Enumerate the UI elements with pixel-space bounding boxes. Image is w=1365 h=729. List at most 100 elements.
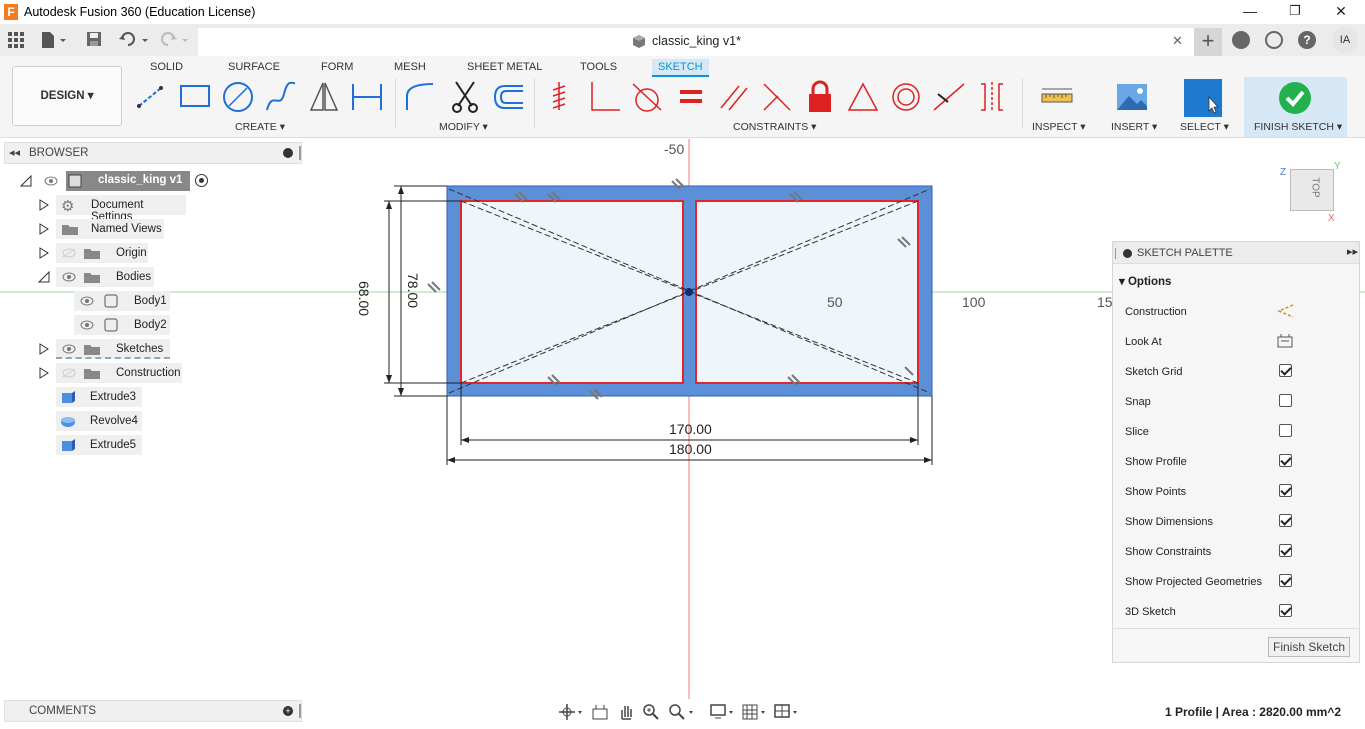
browser-item-bodies[interactable]: Bodies xyxy=(38,267,188,287)
create-menu[interactable]: CREATE ▾ xyxy=(235,121,285,133)
browser-item-origin[interactable]: Origin xyxy=(38,243,188,263)
new-tab-button[interactable]: + xyxy=(1194,28,1222,56)
mirror-icon[interactable] xyxy=(307,80,341,114)
show-dimensions-checkbox[interactable] xyxy=(1279,514,1292,527)
collapse-browser-icon[interactable]: ◂◂ xyxy=(9,146,20,159)
construction-icon[interactable] xyxy=(1277,304,1295,318)
restore-button[interactable]: ❐ xyxy=(1272,1,1318,23)
browser-item-body1[interactable]: Body1 xyxy=(74,291,174,311)
line-icon[interactable] xyxy=(135,80,169,114)
tab-sheet-metal[interactable]: SHEET METAL xyxy=(461,59,548,77)
measure-icon[interactable] xyxy=(1040,80,1074,114)
modify-menu[interactable]: MODIFY ▾ xyxy=(439,121,488,133)
browser-item-construction[interactable]: Construction xyxy=(38,363,188,383)
options-section-toggle[interactable]: ▾ Options xyxy=(1119,274,1171,288)
insert-menu[interactable]: INSERT ▾ xyxy=(1111,121,1157,133)
show-points-checkbox[interactable] xyxy=(1279,484,1292,497)
constraints-menu[interactable]: CONSTRAINTS ▾ xyxy=(733,121,816,133)
spline-icon[interactable] xyxy=(264,80,298,114)
show-constraints-checkbox[interactable] xyxy=(1279,544,1292,557)
panel-grip-icon[interactable] xyxy=(299,704,301,718)
grid-settings-icon[interactable] xyxy=(742,703,770,721)
rectangle-icon[interactable] xyxy=(178,80,212,114)
browser-root-node[interactable]: classic_king v1 xyxy=(20,171,220,191)
save-icon[interactable] xyxy=(86,31,102,47)
snap-checkbox[interactable] xyxy=(1279,394,1292,407)
dimension-inner-width[interactable]: 170.00 xyxy=(669,421,712,437)
close-window-button[interactable]: ✕ xyxy=(1318,1,1364,23)
finish-sketch-area[interactable]: FINISH SKETCH ▾ xyxy=(1244,77,1347,137)
browser-options-icon[interactable] xyxy=(283,148,293,158)
activate-radio[interactable] xyxy=(195,174,208,187)
browser-item-body2[interactable]: Body2 xyxy=(74,315,174,335)
tab-tools[interactable]: TOOLS xyxy=(574,59,623,77)
feature-extrude3[interactable]: Extrude3 xyxy=(56,387,146,407)
workspace-selector[interactable]: DESIGN ▾ xyxy=(12,66,122,126)
document-tab[interactable]: classic_king v1* ✕ xyxy=(198,28,1194,56)
minimize-button[interactable]: — xyxy=(1227,1,1273,23)
sketch-grid-checkbox[interactable] xyxy=(1279,364,1292,377)
lock-icon[interactable] xyxy=(803,80,837,114)
select-tool-icon[interactable] xyxy=(1184,79,1222,117)
viewcube-face-top[interactable]: TOP xyxy=(1310,177,1321,197)
dimension-outer-width[interactable]: 180.00 xyxy=(669,441,712,457)
show-profile-checkbox[interactable] xyxy=(1279,454,1292,467)
extensions-icon[interactable] xyxy=(1232,31,1250,49)
dimension-inner-height[interactable]: 68.00 xyxy=(356,281,372,316)
tab-mesh[interactable]: MESH xyxy=(388,59,432,77)
display-settings-icon[interactable] xyxy=(710,703,738,721)
pan-hand-icon[interactable] xyxy=(617,703,635,721)
finish-sketch-menu[interactable]: FINISH SKETCH ▾ xyxy=(1254,121,1342,133)
zoom-icon[interactable] xyxy=(642,703,660,721)
midpoint-icon[interactable] xyxy=(932,80,966,114)
insert-image-icon[interactable] xyxy=(1115,80,1149,114)
app-grid-icon[interactable] xyxy=(8,32,24,48)
browser-item-sketches[interactable]: Sketches xyxy=(38,339,188,359)
offset-icon[interactable] xyxy=(491,80,525,114)
fix-icon[interactable] xyxy=(545,80,579,114)
trim-icon[interactable] xyxy=(448,80,482,114)
fit-zoom-icon[interactable] xyxy=(668,703,696,721)
tab-solid[interactable]: SOLID xyxy=(144,59,189,77)
feature-extrude5[interactable]: Extrude5 xyxy=(56,435,146,455)
dimension-icon[interactable] xyxy=(350,80,384,114)
close-tab-button[interactable]: ✕ xyxy=(1172,33,1183,49)
look-at-icon[interactable] xyxy=(1277,333,1293,349)
3d-sketch-checkbox[interactable] xyxy=(1279,604,1292,617)
panel-grip-icon[interactable] xyxy=(1115,248,1117,259)
file-menu-button[interactable] xyxy=(40,31,68,49)
browser-item-named-views[interactable]: Named Views xyxy=(38,219,188,239)
tab-sketch[interactable]: SKETCH xyxy=(652,59,709,77)
symmetry-icon[interactable] xyxy=(975,80,1009,114)
user-avatar[interactable]: IA xyxy=(1332,27,1358,53)
viewports-icon[interactable] xyxy=(774,703,802,721)
show-projected-geometries-checkbox[interactable] xyxy=(1279,574,1292,587)
perpendicular-icon[interactable] xyxy=(760,80,794,114)
triangle-icon[interactable] xyxy=(846,80,880,114)
tangent-icon[interactable] xyxy=(631,80,665,114)
feature-revolve4[interactable]: Revolve4 xyxy=(56,411,146,431)
fillet-icon[interactable] xyxy=(403,80,437,114)
browser-item-document-settings[interactable]: ⚙ Document Settings xyxy=(38,195,188,223)
job-status-icon[interactable] xyxy=(1265,31,1283,49)
undo-button[interactable] xyxy=(118,31,152,49)
inspect-menu[interactable]: INSPECT ▾ xyxy=(1032,121,1086,133)
orbit-icon[interactable] xyxy=(558,703,582,721)
equal-icon[interactable] xyxy=(674,80,708,114)
viewcube[interactable]: TOP xyxy=(1290,169,1334,211)
concentric-icon[interactable] xyxy=(889,80,923,114)
circle-icon[interactable] xyxy=(221,80,255,114)
panel-grip-icon[interactable] xyxy=(299,146,301,160)
coincident-icon[interactable] xyxy=(588,80,622,114)
expand-palette-icon[interactable]: ▸▸ xyxy=(1347,245,1358,258)
slice-checkbox[interactable] xyxy=(1279,424,1292,437)
dimension-outer-height[interactable]: 78.00 xyxy=(405,273,421,308)
add-comment-icon[interactable]: + xyxy=(283,706,293,716)
select-menu[interactable]: SELECT ▾ xyxy=(1180,121,1229,133)
look-at-nav-icon[interactable] xyxy=(592,704,608,720)
tab-form[interactable]: FORM xyxy=(315,59,359,77)
parallel-icon[interactable] xyxy=(717,80,751,114)
help-button[interactable]: ? xyxy=(1298,31,1316,49)
redo-button[interactable] xyxy=(160,31,194,49)
tab-surface[interactable]: SURFACE xyxy=(222,59,286,77)
